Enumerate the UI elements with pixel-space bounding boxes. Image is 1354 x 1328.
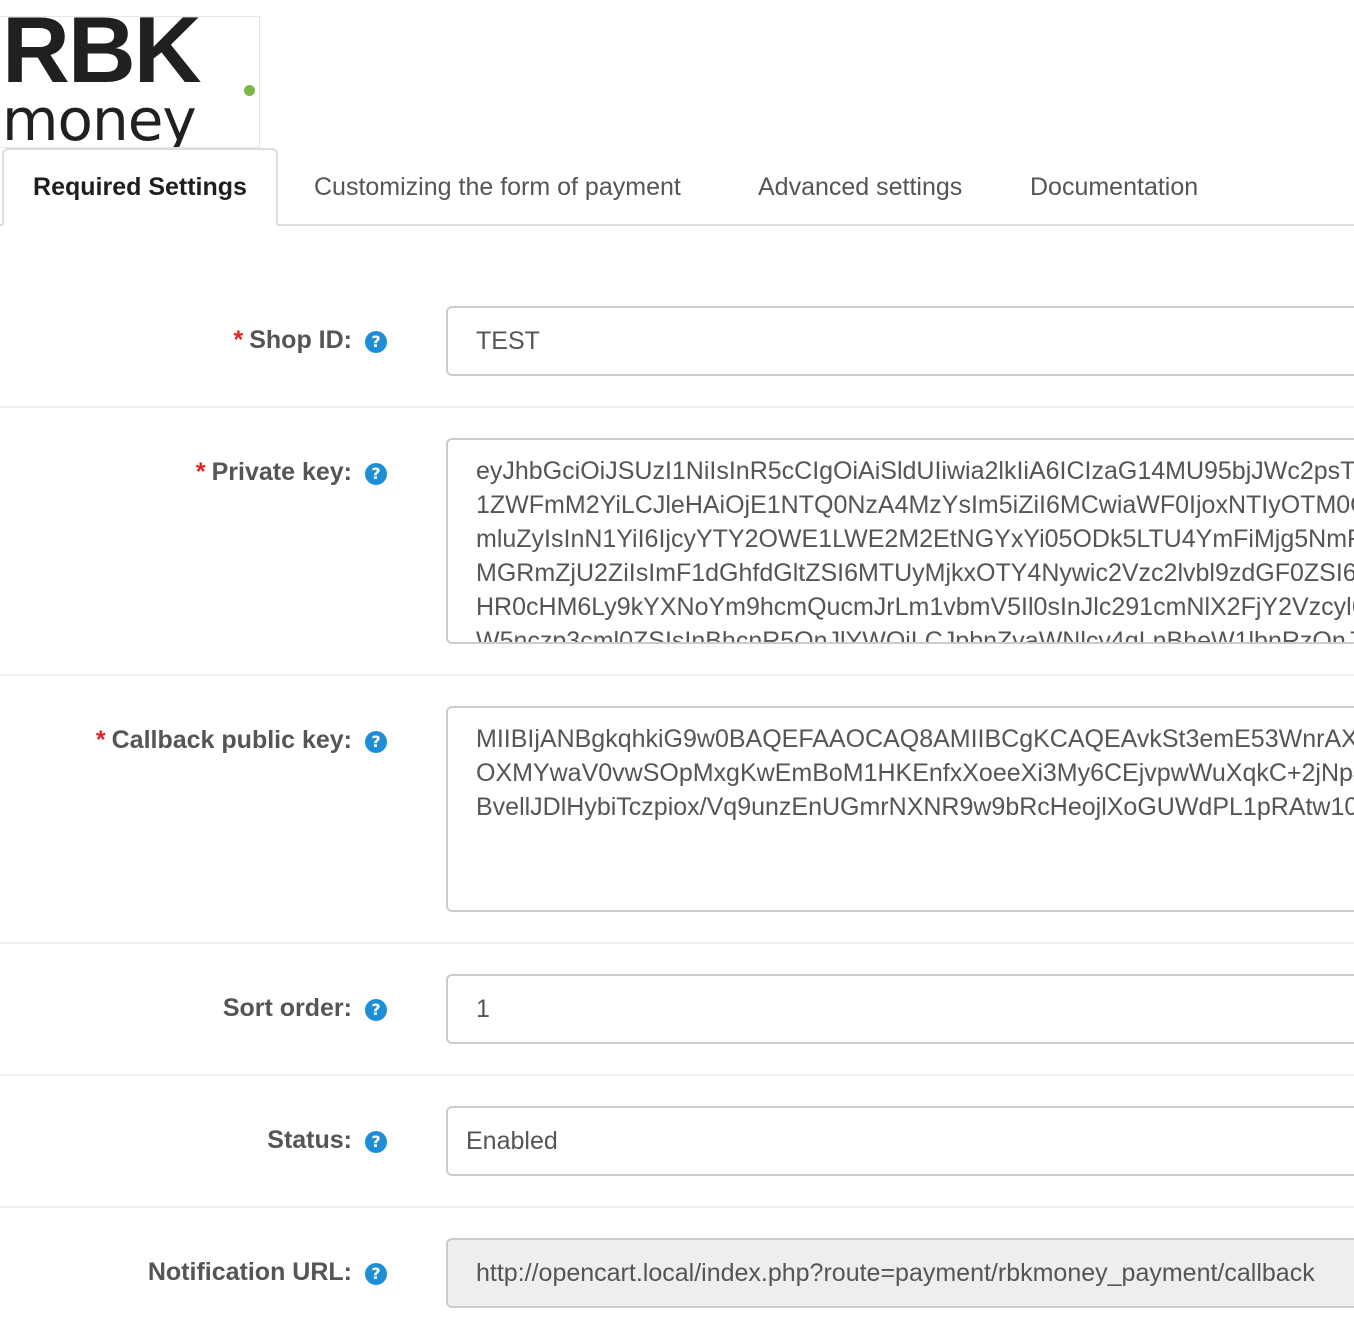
shop-id-label: * Shop ID:	[234, 326, 353, 355]
status-select[interactable]: Enabled	[446, 1106, 1354, 1176]
payment-settings-page: RBK money Required Settings Customizing …	[0, 0, 1354, 1328]
settings-tabs: Required Settings Customizing the form o…	[0, 148, 1354, 226]
callback-key-line: OXMYwaV0vwSOpMxgKwEmBoM1HKEnfxXoeeXi3My6…	[476, 759, 1354, 787]
required-marker: *	[233, 326, 244, 354]
help-icon[interactable]: ?	[365, 1263, 387, 1285]
help-icon[interactable]: ?	[365, 463, 387, 485]
tab-required-settings[interactable]: Required Settings	[2, 148, 278, 226]
logo-wordmark-bottom: money	[2, 86, 197, 148]
callback-key-label-text: Callback public key:	[111, 726, 352, 754]
private-key-line: 1ZWFmM2YiLCJleHAiOjE1NTQ0NzA4MzYsIm5iZiI…	[476, 491, 1354, 519]
tab-customizing-payment-form[interactable]: Customizing the form of payment	[314, 148, 681, 226]
private-key-line: W5nczp3cml0ZSIsInBhcnR5OnJlYWQiLCJpbnZva…	[476, 627, 1354, 644]
callback-key-line: MIIBIjANBgkqhkiG9w0BAQEFAAOCAQ8AMIIBCgKC…	[476, 725, 1354, 753]
private-key-label: * Private key:	[196, 458, 352, 487]
required-marker: *	[195, 458, 206, 486]
private-key-line: mluZyIsInN1YiI6IjcyYTY2OWE1LWE2M2EtNGYxY…	[476, 525, 1354, 553]
help-icon[interactable]: ?	[365, 331, 387, 353]
shop-id-row: * Shop ID: ? TEST	[0, 226, 1354, 408]
help-icon[interactable]: ?	[365, 731, 387, 753]
tab-documentation[interactable]: Documentation	[1030, 148, 1198, 226]
shop-id-input[interactable]: TEST	[446, 306, 1354, 376]
callback-key-line: BvellJDlHybiTczpiox/Vq9unzEnUGmrNXNR9w9b…	[476, 793, 1354, 821]
private-key-row: * Private key: ? eyJhbGciOiJSUzI1NiIsInR5…	[0, 408, 1354, 676]
tab-advanced-settings[interactable]: Advanced settings	[758, 148, 962, 226]
required-marker: *	[95, 726, 106, 754]
private-key-line: eyJhbGciOiJSUzI1NiIsInR5cCIgOiAiSldUIiwi…	[476, 457, 1354, 485]
sort-order-label: Sort order:	[222, 994, 352, 1022]
logo-accent-dot	[244, 85, 255, 96]
private-key-textarea[interactable]: eyJhbGciOiJSUzI1NiIsInR5cCIgOiAiSldUIiwi…	[446, 438, 1354, 644]
notification-url-label: Notification URL:	[147, 1258, 352, 1286]
sort-order-row: Sort order: ? 1	[0, 944, 1354, 1076]
help-icon[interactable]: ?	[365, 1131, 387, 1153]
callback-key-textarea[interactable]: MIIBIjANBgkqhkiG9w0BAQEFAAOCAQ8AMIIBCgKC…	[446, 706, 1354, 912]
logo-wordmark-top: RBK	[2, 16, 202, 102]
status-label: Status:	[267, 1126, 352, 1154]
shop-id-label-text: Shop ID:	[249, 326, 352, 354]
callback-key-label: * Callback public key:	[96, 726, 352, 755]
callback-key-row: * Callback public key: ? MIIBIjANBgkqhkiG…	[0, 676, 1354, 944]
rbk-money-logo: RBK money	[0, 16, 260, 148]
help-icon[interactable]: ?	[365, 999, 387, 1021]
private-key-line: HR0cHM6Ly9kYXNoYm9hcmQucmJrLm1vbmV5Il0sI…	[476, 593, 1354, 621]
private-key-label-text: Private key:	[211, 458, 352, 486]
notification-url-input[interactable]: http://opencart.local/index.php?route=pa…	[446, 1238, 1354, 1308]
notification-url-row: Notification URL: ? http://opencart.loca…	[0, 1208, 1354, 1328]
sort-order-input[interactable]: 1	[446, 974, 1354, 1044]
status-row: Status: ? Enabled	[0, 1076, 1354, 1208]
private-key-line: MGRmZjU2ZiIsImF1dGhfdGltZSI6MTUyMjkxOTY4…	[476, 559, 1354, 587]
